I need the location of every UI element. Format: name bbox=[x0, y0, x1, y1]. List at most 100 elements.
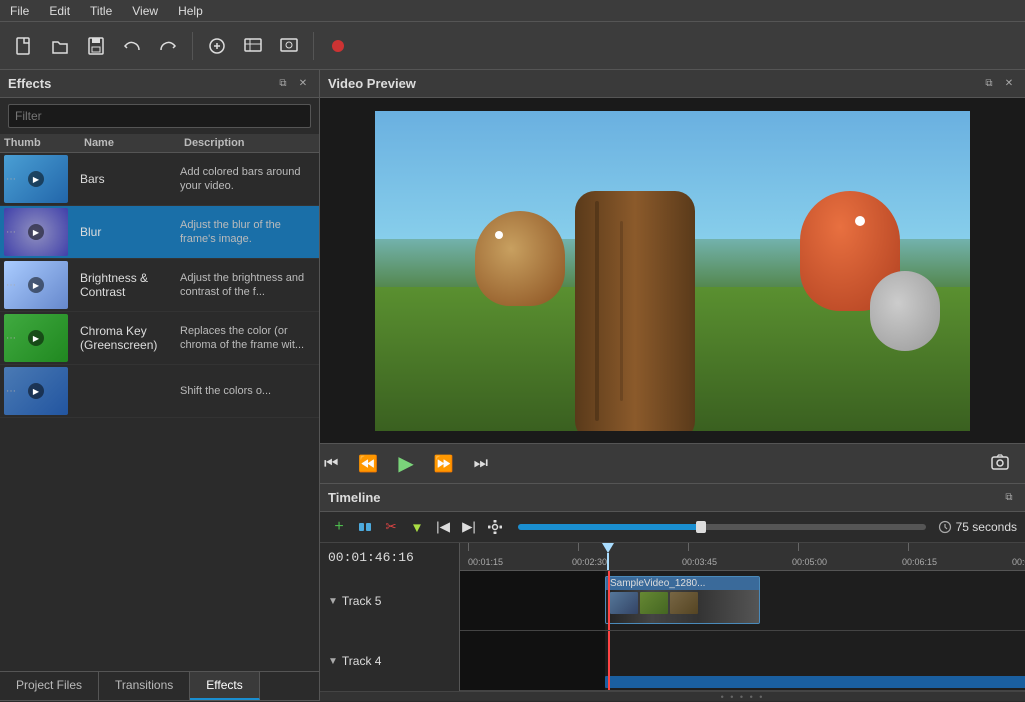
effect-desc-brightness: Adjust the brightness and contrast of th… bbox=[180, 271, 319, 300]
menu-help[interactable]: Help bbox=[168, 2, 213, 20]
mark-4: 00:05:00 bbox=[792, 557, 827, 567]
play-icon-chromakey: ▶ bbox=[28, 330, 44, 346]
track-labels: 00:01:46:16 ▼ Track 5 ▼ Track 4 bbox=[320, 543, 460, 691]
clip-thumbnail bbox=[606, 590, 759, 623]
left-panel: Effects ⧉ ✕ Thumb Name Description bbox=[0, 70, 320, 701]
record-button[interactable] bbox=[322, 30, 354, 62]
effect-item-colorshift[interactable]: ··· ▶ Shift the colors o... bbox=[0, 365, 319, 418]
jump-end-button[interactable]: ▶| bbox=[458, 516, 480, 538]
add-track-button[interactable]: + bbox=[328, 516, 350, 538]
track4-blue-bar bbox=[605, 676, 1025, 688]
effect-thumb-bars: ··· ▶ bbox=[4, 155, 68, 203]
col-desc: Description bbox=[184, 137, 315, 149]
scrubber-handle[interactable] bbox=[696, 521, 706, 533]
save-button[interactable] bbox=[80, 30, 112, 62]
scroll-center: • • • • • bbox=[460, 692, 1025, 702]
timecode: 00:01:46:16 bbox=[320, 543, 459, 571]
track5-clip[interactable]: SampleVideo_1280... bbox=[605, 576, 760, 624]
video-preview-header: Video Preview ⧉ ✕ bbox=[320, 70, 1025, 98]
undo-button[interactable] bbox=[116, 30, 148, 62]
redo-button[interactable] bbox=[152, 30, 184, 62]
mark-5: 00:06:15 bbox=[902, 557, 937, 567]
profile-button[interactable] bbox=[237, 30, 269, 62]
timeline-maximize-button[interactable]: ⧉ bbox=[1001, 490, 1017, 506]
track5-arrow: ▼ bbox=[328, 596, 338, 607]
preview-title: Video Preview bbox=[328, 76, 416, 91]
film-frame-1 bbox=[610, 592, 638, 614]
eye2 bbox=[855, 216, 865, 226]
track5-redline bbox=[608, 571, 610, 630]
effects-controls: ⧉ ✕ bbox=[275, 76, 311, 92]
rewind-button[interactable]: ⏪ bbox=[354, 450, 382, 478]
effect-desc-colorshift: Shift the colors o... bbox=[180, 384, 319, 398]
toolbar-separator bbox=[192, 32, 193, 60]
scroll-dots: • • • • • bbox=[721, 692, 765, 702]
jump-start-button[interactable]: |◀ bbox=[432, 516, 454, 538]
effect-name-brightness: Brightness & Contrast bbox=[80, 271, 180, 299]
effects-table-header: Thumb Name Description bbox=[0, 134, 319, 153]
effects-header: Effects ⧉ ✕ bbox=[0, 70, 319, 98]
mark-2: 00:02:30 bbox=[572, 557, 607, 567]
playback-controls: ⏮ ⏪ ▶ ⏩ ⏭ bbox=[320, 443, 1025, 483]
col-thumb: Thumb bbox=[4, 137, 84, 149]
menu-title[interactable]: Title bbox=[80, 2, 122, 20]
timeline-section: Timeline ⧉ + ✂ ▼ |◀ ▶| bbox=[320, 483, 1025, 701]
playhead-line bbox=[607, 553, 609, 571]
scrubber-fill bbox=[518, 524, 701, 530]
menu-file[interactable]: File bbox=[0, 2, 39, 20]
tick-2 bbox=[578, 543, 579, 551]
razor-button[interactable]: ✂ bbox=[380, 516, 402, 538]
timeline-scrubber[interactable] bbox=[518, 524, 926, 530]
menu-view[interactable]: View bbox=[122, 2, 168, 20]
screenshot-button[interactable] bbox=[991, 453, 1009, 474]
play-icon: ▶ bbox=[28, 171, 44, 187]
tab-project-files[interactable]: Project Files bbox=[0, 672, 99, 700]
effect-item-bars[interactable]: ··· ▶ Bars Add colored bars around your … bbox=[0, 153, 319, 206]
track4-empty-left bbox=[460, 631, 605, 690]
mark-3: 00:03:45 bbox=[682, 557, 717, 567]
duration-label: 75 seconds bbox=[938, 520, 1017, 534]
main-area: Effects ⧉ ✕ Thumb Name Description bbox=[0, 70, 1025, 701]
thumb-dots: ··· bbox=[6, 174, 16, 185]
video-scene bbox=[375, 111, 970, 431]
filter-input[interactable] bbox=[8, 104, 311, 128]
tick-4 bbox=[798, 543, 799, 551]
filter-button[interactable]: ▼ bbox=[406, 516, 428, 538]
snap-button[interactable] bbox=[354, 516, 376, 538]
export-button[interactable] bbox=[273, 30, 305, 62]
effect-item-blur[interactable]: ··· ▶ Blur Adjust the blur of the frame'… bbox=[0, 206, 319, 259]
effect-thumb-brightness: ··· ▶ bbox=[4, 261, 68, 309]
tab-effects[interactable]: Effects bbox=[190, 672, 259, 700]
skip-back-button[interactable]: ⏮ bbox=[320, 451, 342, 477]
tree-trunk bbox=[575, 191, 695, 431]
thumb-dots-chromakey: ··· bbox=[6, 333, 16, 344]
toolbar bbox=[0, 22, 1025, 70]
bark-detail bbox=[595, 201, 599, 421]
new-button[interactable] bbox=[8, 30, 40, 62]
skip-forward-button[interactable]: ⏭ bbox=[470, 451, 492, 477]
effect-name-blur: Blur bbox=[80, 225, 180, 239]
video-frame bbox=[375, 111, 970, 431]
effect-item-brightness[interactable]: ··· ▶ Brightness & Contrast Adjust the b… bbox=[0, 259, 319, 312]
track5-empty-left bbox=[460, 571, 605, 630]
effect-desc-bars: Add colored bars around your video. bbox=[180, 165, 319, 194]
tabs-bar: Project Files Transitions Effects bbox=[0, 671, 319, 701]
add-button[interactable] bbox=[201, 30, 233, 62]
effect-item-chromakey[interactable]: ··· ▶ Chroma Key (Greenscreen) Replaces … bbox=[0, 312, 319, 365]
open-button[interactable] bbox=[44, 30, 76, 62]
timeline-hscroll[interactable]: • • • • • bbox=[320, 691, 1025, 701]
settings-button[interactable] bbox=[484, 516, 506, 538]
effect-thumb-blur: ··· ▶ bbox=[4, 208, 68, 256]
play-button[interactable]: ▶ bbox=[394, 447, 417, 480]
track4-redline bbox=[608, 631, 610, 690]
effects-float-button[interactable]: ⧉ bbox=[275, 76, 291, 92]
tab-transitions[interactable]: Transitions bbox=[99, 672, 190, 700]
playhead[interactable] bbox=[608, 543, 614, 571]
timeline-toolbar: + ✂ ▼ |◀ ▶| bbox=[320, 512, 1025, 543]
menu-edit[interactable]: Edit bbox=[39, 2, 80, 20]
preview-close-button[interactable]: ✕ bbox=[1001, 76, 1017, 92]
preview-float-button[interactable]: ⧉ bbox=[981, 76, 997, 92]
effects-close-button[interactable]: ✕ bbox=[295, 76, 311, 92]
fast-forward-button[interactable]: ⏩ bbox=[430, 450, 458, 478]
track4-label: ▼ Track 4 bbox=[320, 631, 460, 691]
